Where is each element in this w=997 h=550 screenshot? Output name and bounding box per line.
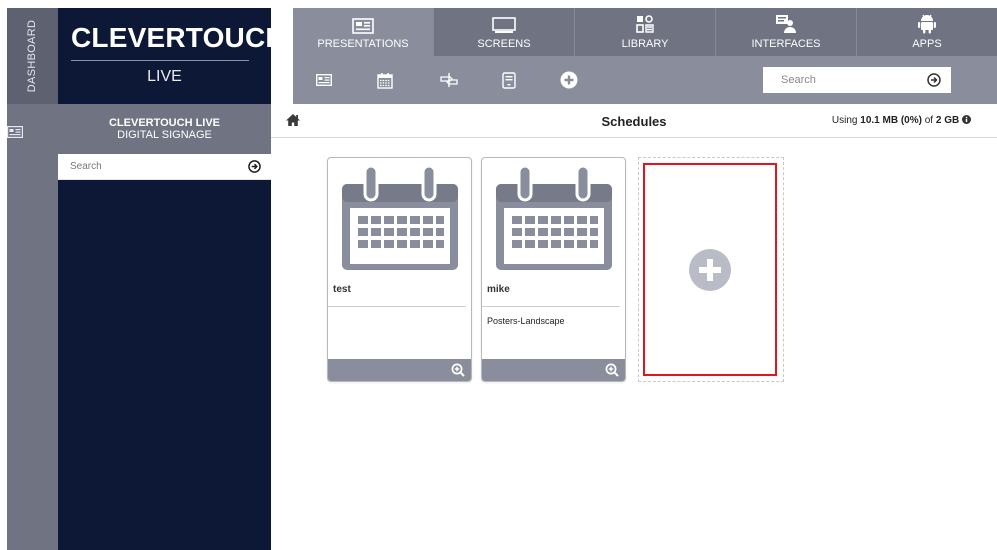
presentation-icon <box>316 74 332 86</box>
toolbar <box>293 56 997 104</box>
android-icon <box>918 14 936 34</box>
info-icon[interactable] <box>962 115 971 124</box>
dashboard-label: DASHBOARD <box>26 19 39 93</box>
sidebar-search-input[interactable] <box>70 161 248 172</box>
sidebar-list <box>58 180 271 550</box>
interface-icon <box>776 15 796 33</box>
schedule-description <box>328 307 471 316</box>
brand-subtitle: LIVE <box>147 68 182 85</box>
main-content: Schedules Using 10.1 MB (0%) of 2 GB tes… <box>271 104 997 550</box>
main-nav: PRESENTATIONS SCREENS LIBRARY INTERFACES <box>293 8 997 56</box>
schedules-button[interactable] <box>375 70 395 90</box>
go-arrow-icon[interactable] <box>927 73 941 87</box>
presentation-icon[interactable] <box>6 125 24 139</box>
sidebar-title: CLEVERTOUCH LIVE <box>108 117 221 129</box>
sidebar-subtitle: DIGITAL SIGNAGE <box>117 129 212 141</box>
sidebar-header: CLEVERTOUCH LIVE DIGITAL SIGNAGE <box>58 104 271 154</box>
tab-label: APPS <box>912 38 942 50</box>
schedule-description: Posters-Landscape <box>487 316 565 326</box>
top-search <box>763 67 951 93</box>
tab-label: PRESENTATIONS <box>317 38 409 50</box>
brand-divider <box>71 60 249 61</box>
schedule-card[interactable]: mike Posters-Landscape <box>481 157 626 382</box>
search-input[interactable] <box>773 74 927 86</box>
add-button[interactable] <box>559 70 579 90</box>
zoom-in-icon[interactable] <box>605 363 619 377</box>
schedule-card[interactable]: test <box>327 157 472 382</box>
dashboard-toggle[interactable]: DASHBOARD <box>7 8 58 104</box>
signage-button[interactable] <box>439 70 459 90</box>
presentation-icon <box>352 18 374 34</box>
card-footer <box>328 359 471 381</box>
tab-apps[interactable]: APPS <box>856 8 997 56</box>
new-presentation-button[interactable] <box>314 70 334 90</box>
go-arrow-icon[interactable] <box>248 160 261 173</box>
schedule-name: test <box>328 276 466 307</box>
brand-header: CLEVERTOUCH® LIVE <box>58 8 294 104</box>
brand-logo: CLEVERTOUCH® <box>71 22 295 53</box>
tab-library[interactable]: LIBRARY <box>574 8 715 56</box>
monitor-icon <box>492 17 516 33</box>
tab-label: INTERFACES <box>751 38 821 50</box>
device-button[interactable] <box>499 70 519 90</box>
dashboard-rail: DASHBOARD <box>6 8 58 550</box>
tab-presentations[interactable]: PRESENTATIONS <box>293 8 433 56</box>
tab-label: LIBRARY <box>621 38 669 50</box>
tab-interfaces[interactable]: INTERFACES <box>715 8 856 56</box>
tab-label: SCREENS <box>477 38 531 50</box>
schedule-thumbnail <box>328 158 471 276</box>
card-footer <box>482 359 625 381</box>
add-circle-icon <box>560 71 578 89</box>
tab-screens[interactable]: SCREENS <box>433 8 574 56</box>
schedule-thumbnail <box>482 158 625 276</box>
schedule-name: mike <box>482 276 620 307</box>
calendar-icon <box>377 72 393 89</box>
calendar-icon <box>341 164 458 270</box>
sign-icon <box>440 73 458 87</box>
calendar-icon <box>495 164 612 270</box>
content-header: Schedules Using 10.1 MB (0%) of 2 GB <box>271 104 997 138</box>
sidebar-search <box>58 154 271 180</box>
library-icon <box>636 15 654 33</box>
zoom-in-icon[interactable] <box>451 363 465 377</box>
add-schedule-button[interactable] <box>643 163 777 376</box>
storage-usage: Using 10.1 MB (0%) of 2 GB <box>832 115 971 126</box>
add-circle-icon <box>689 248 731 291</box>
tablet-icon <box>502 71 516 89</box>
add-schedule-slot <box>638 157 784 382</box>
